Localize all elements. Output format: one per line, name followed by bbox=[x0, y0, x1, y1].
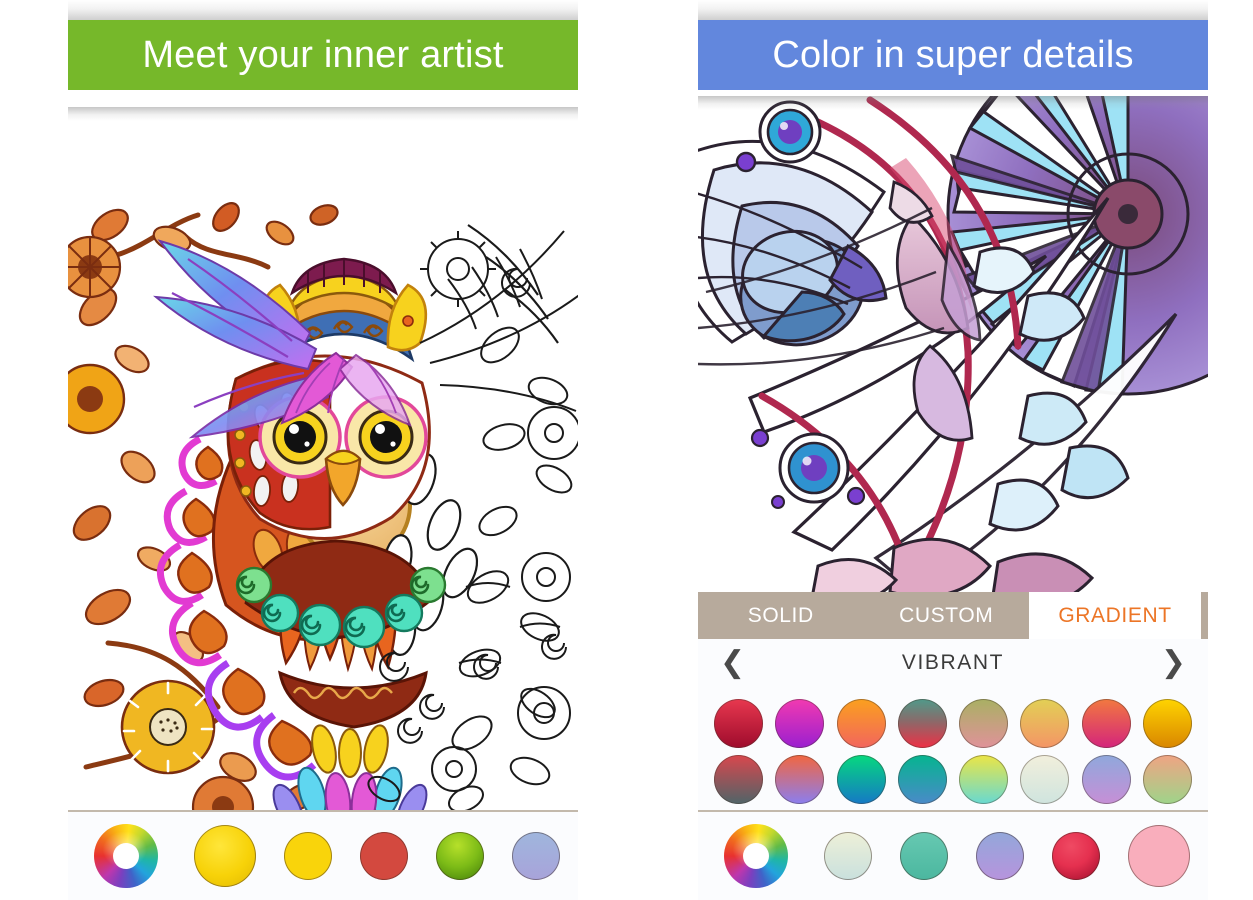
recent-swatch-pink-large[interactable] bbox=[1128, 825, 1190, 887]
tab-custom-label: CUSTOM bbox=[899, 603, 994, 627]
swatch-gold-amber[interactable] bbox=[1142, 698, 1192, 748]
banner-right-text: Color in super details bbox=[772, 33, 1134, 76]
chevron-right-icon[interactable]: ❯ bbox=[1161, 648, 1186, 678]
swatch-teal-blue[interactable] bbox=[897, 754, 947, 804]
panel-top-strip-right bbox=[698, 0, 1208, 20]
banner-left: Meet your inner artist bbox=[68, 20, 578, 90]
swatch-red-slate[interactable] bbox=[714, 754, 763, 804]
recent-swatch-periwinkle[interactable] bbox=[512, 832, 560, 880]
recent-colors-bar-left bbox=[68, 812, 578, 900]
recent-swatch-yellow[interactable] bbox=[284, 832, 332, 880]
panel-top-strip-left bbox=[68, 0, 578, 20]
coloring-canvas-mandala[interactable] bbox=[698, 96, 1208, 592]
palette-name-label: VIBRANT bbox=[901, 651, 1005, 674]
recent-swatch-red[interactable] bbox=[360, 832, 408, 880]
swatch-orange-pink[interactable] bbox=[1081, 698, 1131, 748]
gradient-swatch-grid bbox=[698, 687, 1208, 810]
color-wheel-icon[interactable] bbox=[94, 824, 158, 888]
palette-navigator: ❮ VIBRANT ❯ bbox=[698, 639, 1208, 687]
recent-swatch-green[interactable] bbox=[436, 832, 484, 880]
recent-swatch-ivory-mint[interactable] bbox=[824, 832, 872, 880]
swatch-ivory-mint[interactable] bbox=[1020, 754, 1070, 804]
swatch-row-2 bbox=[714, 751, 1192, 807]
app-screenshot-left: Meet your inner artist bbox=[68, 0, 578, 900]
app-screenshot-right: Color in super details SOLID CUSTOM GRAD… bbox=[698, 0, 1208, 900]
swatch-peach-green[interactable] bbox=[1142, 754, 1192, 804]
swatch-crimson[interactable] bbox=[714, 698, 763, 748]
coloring-canvas-owl[interactable] bbox=[68, 107, 578, 810]
recent-swatch-periwinkle-orchid[interactable] bbox=[976, 832, 1024, 880]
color-mode-tabbar: SOLID CUSTOM GRADIENT bbox=[698, 592, 1208, 639]
screenshot-stage: Meet your inner artist Color in super de… bbox=[0, 0, 1253, 900]
mandala-artwork-svg bbox=[698, 96, 1208, 592]
tab-solid[interactable]: SOLID bbox=[698, 592, 864, 639]
banner-right: Color in super details bbox=[698, 20, 1208, 90]
swatch-gold-apricot[interactable] bbox=[1020, 698, 1070, 748]
swatch-yellow-aqua[interactable] bbox=[959, 754, 1009, 804]
recent-swatch-crimson[interactable] bbox=[1052, 832, 1100, 880]
tab-gradient[interactable]: GRADIENT bbox=[1029, 592, 1201, 639]
swatch-teal-red[interactable] bbox=[897, 698, 947, 748]
swatch-coral-lavender[interactable] bbox=[775, 754, 825, 804]
chevron-left-icon[interactable]: ❮ bbox=[720, 648, 745, 678]
color-wheel-icon[interactable] bbox=[724, 824, 788, 888]
swatch-blue-orchid[interactable] bbox=[1081, 754, 1131, 804]
swatch-orange-coral[interactable] bbox=[836, 698, 886, 748]
swatch-olive-rose[interactable] bbox=[959, 698, 1009, 748]
tab-solid-label: SOLID bbox=[747, 603, 814, 627]
swatch-green-blue[interactable] bbox=[836, 754, 886, 804]
recent-swatch-seafoam[interactable] bbox=[900, 832, 948, 880]
banner-left-text: Meet your inner artist bbox=[142, 33, 504, 76]
swatch-row-1 bbox=[714, 695, 1192, 751]
recent-colors-bar-right bbox=[698, 812, 1208, 900]
tab-gradient-label: GRADIENT bbox=[1058, 603, 1172, 627]
recent-swatch-yellow-large[interactable] bbox=[194, 825, 256, 887]
tab-custom[interactable]: CUSTOM bbox=[864, 592, 1030, 639]
swatch-magenta-violet[interactable] bbox=[775, 698, 825, 748]
owl-artwork-svg bbox=[68, 107, 578, 810]
